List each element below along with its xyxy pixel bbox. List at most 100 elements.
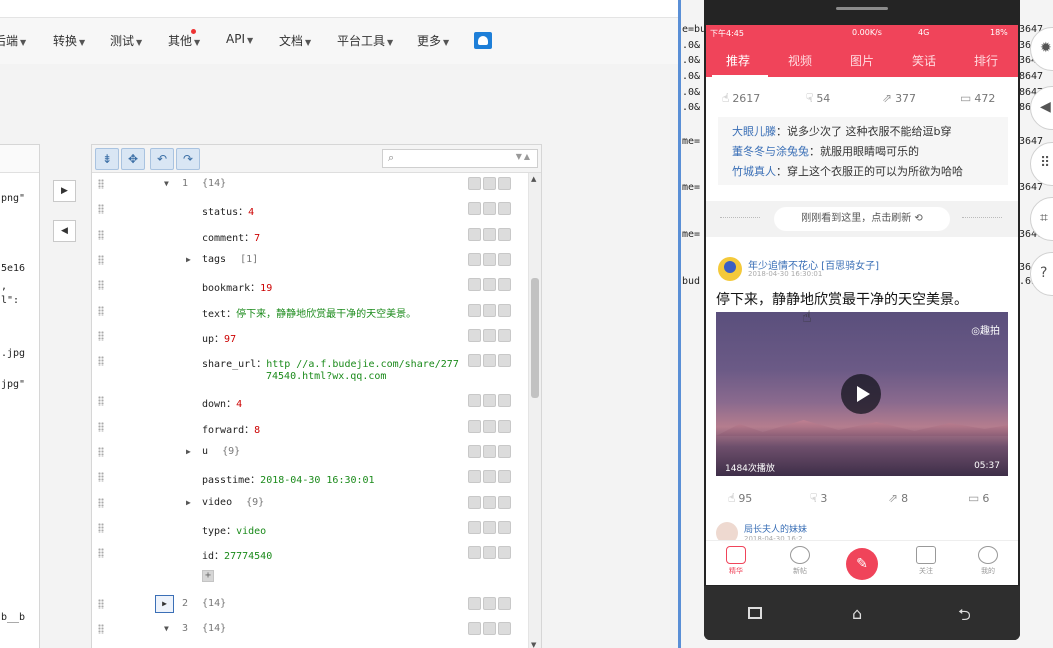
row-action-icon[interactable]: [483, 596, 496, 610]
row-action-icon[interactable]: [498, 495, 511, 509]
expand-caret-icon[interactable]: ▶: [186, 255, 191, 264]
drag-handle-icon[interactable]: [98, 356, 104, 367]
row-action-icon[interactable]: [468, 328, 481, 342]
drag-handle-icon[interactable]: [98, 280, 104, 291]
row-action-icon[interactable]: [498, 177, 511, 190]
nav-item-docs[interactable]: 文档 ▼: [279, 32, 311, 49]
home-button-icon[interactable]: ⌂: [852, 604, 862, 623]
collapse-all-button[interactable]: ✥: [121, 148, 145, 170]
bottom-nav-essence[interactable]: 精华: [716, 546, 756, 576]
field-value[interactable]: 7: [254, 233, 260, 244]
drag-handle-icon[interactable]: [98, 522, 104, 533]
comment-button[interactable]: ▭ 6: [968, 491, 989, 505]
row-action-icon[interactable]: [498, 470, 511, 484]
source-panel[interactable]: png" 5e16 , l": .jpg jpg" b__b: [0, 144, 40, 648]
row-action-icon[interactable]: [468, 470, 481, 484]
field-value[interactable]: 停下来，静静地欣赏最干净的天空美景。: [236, 309, 416, 320]
like-button[interactable]: ☝ 95: [728, 491, 752, 505]
drag-handle-icon[interactable]: [98, 497, 104, 508]
row-action-icon[interactable]: [483, 520, 496, 534]
tab-ranking[interactable]: 排行: [974, 52, 998, 69]
tab-recommend[interactable]: 推荐: [726, 52, 750, 69]
row-action-icon[interactable]: [498, 546, 511, 560]
drag-handle-icon[interactable]: [98, 598, 104, 609]
drag-handle-icon[interactable]: [98, 229, 104, 240]
comment-button[interactable]: ▭ 472: [960, 91, 995, 105]
drag-handle-icon[interactable]: [98, 254, 104, 265]
recent-apps-icon[interactable]: [748, 607, 762, 619]
row-action-icon[interactable]: [498, 520, 511, 534]
nav-item-test[interactable]: 测试 ▼: [110, 32, 142, 49]
row-action-icon[interactable]: [468, 354, 481, 368]
row-action-icon[interactable]: [483, 470, 496, 484]
compose-button[interactable]: ✎: [846, 548, 878, 580]
tree-scrollbar[interactable]: ▲ ▼: [528, 173, 541, 648]
tree-row[interactable]: ▼ 1 {14}: [92, 175, 528, 195]
tab-images[interactable]: 图片: [850, 52, 874, 69]
row-action-icon[interactable]: [498, 202, 511, 216]
drag-handle-icon[interactable]: [98, 624, 104, 635]
row-action-icon[interactable]: [483, 177, 496, 190]
tree-row[interactable]: forward：8: [92, 418, 528, 438]
undo-button[interactable]: ↶: [150, 148, 174, 170]
tree-row[interactable]: type：video: [92, 519, 528, 539]
nav-item-backend[interactable]: 后端 ▼: [0, 32, 26, 49]
row-action-icon[interactable]: [483, 278, 496, 292]
row-action-icon[interactable]: [468, 252, 481, 266]
add-field-button[interactable]: +: [202, 569, 214, 582]
drag-handle-icon[interactable]: [98, 472, 104, 483]
row-action-icon[interactable]: [468, 227, 481, 241]
row-action-icon[interactable]: [483, 303, 496, 317]
field-value[interactable]: 97: [224, 334, 236, 345]
row-action-icon[interactable]: [498, 278, 511, 292]
tree-row[interactable]: ▶ 2 {14}: [92, 594, 528, 615]
row-action-icon[interactable]: [483, 202, 496, 216]
dislike-button[interactable]: ☟ 3: [810, 491, 827, 505]
scroll-up-icon[interactable]: ▲: [531, 175, 536, 183]
video-player[interactable]: ◎趣拍 1484次播放 05:37: [716, 312, 1008, 476]
bottom-nav-follow[interactable]: 关注: [906, 546, 946, 576]
row-action-icon[interactable]: [483, 252, 496, 266]
row-action-icon[interactable]: [483, 419, 496, 433]
share-button[interactable]: ⇗ 8: [888, 491, 908, 505]
row-action-icon[interactable]: [483, 394, 496, 408]
avatar[interactable]: [718, 257, 742, 281]
drag-handle-icon[interactable]: [98, 447, 104, 457]
drag-handle-icon[interactable]: [98, 204, 104, 215]
tree-row[interactable]: ▶ video {9}: [92, 494, 528, 514]
tab-jokes[interactable]: 笑话: [912, 52, 936, 69]
field-value[interactable]: 4: [248, 207, 254, 218]
field-value[interactable]: {9}: [246, 497, 264, 508]
field-value[interactable]: video: [236, 526, 266, 537]
nav-item-more[interactable]: 更多 ▼: [417, 32, 449, 49]
row-action-icon[interactable]: [468, 177, 481, 190]
expand-all-button[interactable]: ⇟: [95, 148, 119, 170]
field-value[interactable]: 4: [236, 399, 242, 410]
row-action-icon[interactable]: [468, 622, 481, 636]
tree-row[interactable]: bookmark：19: [92, 276, 528, 296]
row-action-icon[interactable]: [483, 227, 496, 241]
drag-handle-icon[interactable]: [98, 421, 104, 432]
tree-row[interactable]: ▶ u {9}: [92, 443, 528, 463]
hot-comments[interactable]: 大眼儿滕：说多少次了 这种衣服不能给逗b穿 董冬冬与涂兔兔：就服用眼睛喝可乐的 …: [718, 117, 1008, 185]
tree-row[interactable]: ▼ 3 {14}: [92, 620, 528, 640]
expand-caret-icon[interactable]: ▼: [164, 624, 169, 633]
qq-logo-icon[interactable]: [474, 32, 492, 49]
drag-handle-icon[interactable]: [98, 305, 104, 316]
row-action-icon[interactable]: [468, 394, 481, 408]
nav-item-api[interactable]: API ▼: [226, 32, 253, 46]
nav-item-platform-tools[interactable]: 平台工具 ▼: [337, 32, 393, 49]
drag-handle-icon[interactable]: [98, 179, 104, 189]
field-value-continued[interactable]: 74540.html?wx.qq.com: [266, 371, 386, 382]
nav-item-convert[interactable]: 转换 ▼: [53, 32, 85, 49]
tree-row[interactable]: passtime：2018-04-30 16:30:01: [92, 468, 528, 488]
field-value[interactable]: 2018-04-30 16:30:01: [260, 475, 374, 486]
post-author[interactable]: 局长夫人的妹妹: [744, 522, 807, 535]
field-value[interactable]: {9}: [222, 446, 240, 457]
row-action-icon[interactable]: [498, 303, 511, 317]
comment-user[interactable]: 董冬冬与涂兔兔: [732, 145, 809, 158]
scrollbar-thumb[interactable]: [531, 278, 539, 398]
row-action-icon[interactable]: [483, 622, 496, 636]
post-text[interactable]: 停下来，静静地欣赏最干净的天空美景。: [716, 289, 968, 309]
row-action-icon[interactable]: [498, 252, 511, 266]
